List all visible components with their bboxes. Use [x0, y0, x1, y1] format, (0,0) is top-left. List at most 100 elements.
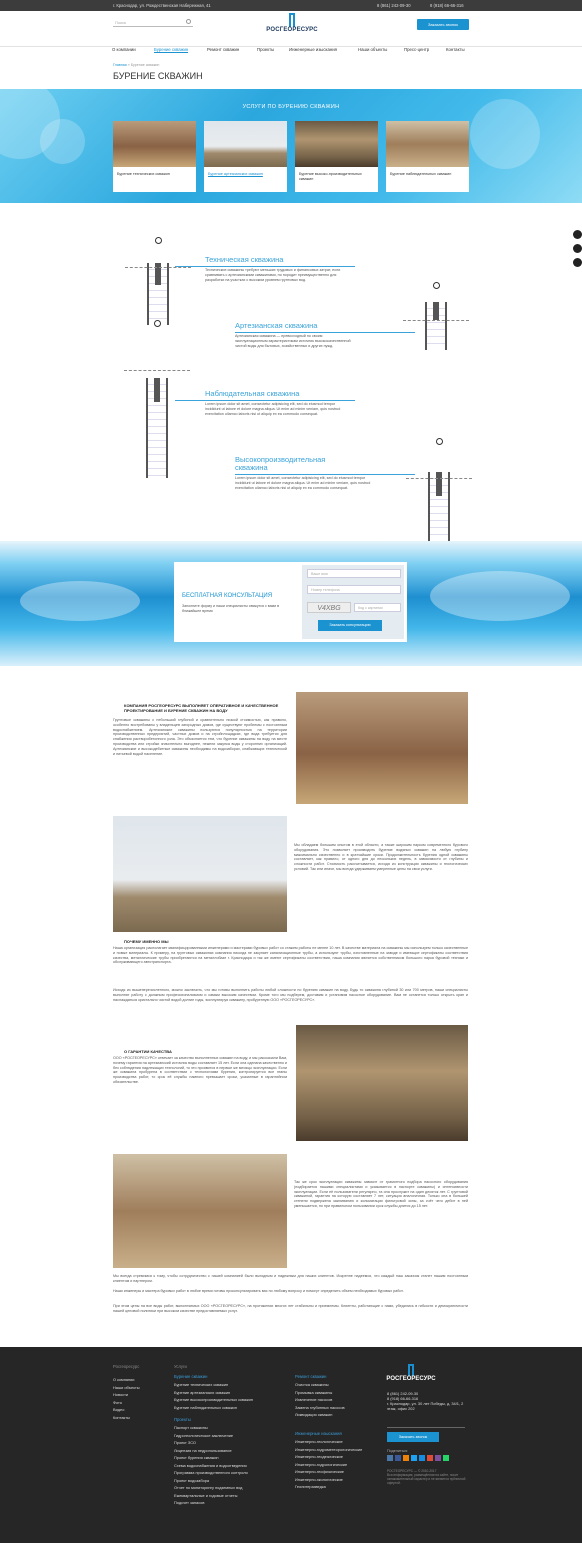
- technical-well-diagram: [125, 237, 191, 325]
- footer-link[interactable]: Подсчет запасов: [174, 1500, 248, 1508]
- gauge-icon: [433, 282, 440, 289]
- service-card-observation[interactable]: Бурение наблюдательных скважин: [386, 121, 469, 192]
- footer-link[interactable]: Новости: [113, 1392, 140, 1400]
- service-card-artesian[interactable]: Бурение артезианских скважин: [204, 121, 287, 192]
- footer-link[interactable]: Инженерно-геодезические: [295, 1454, 362, 1462]
- footer-link[interactable]: Паспорт скважины: [174, 1425, 248, 1433]
- phone-input[interactable]: Номер телефона: [307, 585, 401, 594]
- article-paragraph-6: Так же срок эксплуатации скважины зависи…: [294, 1180, 468, 1208]
- mailru-icon[interactable]: [419, 1455, 425, 1461]
- service-card-technical[interactable]: Бурение технических скважин: [113, 121, 196, 192]
- gauge-icon: [155, 237, 162, 244]
- twitter-icon[interactable]: [573, 258, 582, 267]
- breadcrumb-current: Бурение скважин: [130, 63, 160, 67]
- footer-link[interactable]: Ликвидация скважин: [295, 1412, 345, 1420]
- search-input[interactable]: Поиск: [113, 18, 193, 27]
- nav-item-drilling[interactable]: Бурение скважин: [154, 47, 189, 53]
- footer-link[interactable]: Гидрогеологическое заключение: [174, 1433, 248, 1441]
- pipe-work-photo: [296, 1025, 468, 1141]
- whatsapp-icon[interactable]: [443, 1455, 449, 1461]
- topbar-phone-1[interactable]: 8 (861) 242-09-30: [377, 3, 411, 8]
- vk-icon[interactable]: [387, 1455, 393, 1461]
- footer-link[interactable]: Инженерно-гидрометеорологические: [295, 1447, 362, 1455]
- gauge-icon: [436, 438, 443, 445]
- odnoklassniki-icon[interactable]: [403, 1455, 409, 1461]
- facebook-icon[interactable]: [395, 1455, 401, 1461]
- nav-item-press[interactable]: Пресс-центр: [404, 47, 429, 52]
- viber-icon[interactable]: [435, 1455, 441, 1461]
- logo[interactable]: РОСГЕОРЕСУРС: [259, 13, 325, 37]
- footer-company-links: О компании Наши объекты Новости Фото Вид…: [113, 1377, 140, 1422]
- breadcrumb-separator: »: [127, 63, 130, 67]
- footer-link[interactable]: Очистка скважины: [295, 1382, 345, 1390]
- schema-title-technical: Техническая скважина: [205, 255, 284, 264]
- footer-link[interactable]: Наши объекты: [113, 1385, 140, 1393]
- footer-link[interactable]: Лицензия на недропользование: [174, 1448, 248, 1456]
- search-icon[interactable]: [186, 19, 191, 24]
- footer-link[interactable]: Отчет по мониторингу подземных вод: [174, 1485, 248, 1493]
- name-input[interactable]: Ваше имя: [307, 569, 401, 578]
- footer-link[interactable]: Схема водоснабжения и водоотведения: [174, 1463, 248, 1471]
- gauge-icon: [154, 320, 161, 327]
- nav-item-surveys[interactable]: Инженерные изыскания: [289, 47, 337, 52]
- footer-link[interactable]: Геолитеразведка: [295, 1484, 362, 1492]
- article-paragraph-2: Мы обладаем большим опытом в этой област…: [294, 843, 468, 871]
- service-card-label: Бурение наблюдательных скважин: [390, 172, 452, 176]
- footer-link[interactable]: Проект водозабора: [174, 1478, 248, 1486]
- disclaimer-text: Вся информация, размещённая на сайте, но…: [387, 1473, 466, 1485]
- schema-line: [175, 400, 355, 401]
- article-paragraph-9: При этом цены на все виды работ, выполня…: [113, 1304, 468, 1313]
- nav-item-contacts[interactable]: Контакты: [446, 47, 465, 52]
- footer-link[interactable]: Инженерно-геофизические: [295, 1469, 362, 1477]
- vk-icon[interactable]: [573, 230, 582, 239]
- footer-link[interactable]: Фото: [113, 1400, 140, 1408]
- footer-link[interactable]: Программа производственного контроля: [174, 1470, 248, 1478]
- services-hero: УСЛУГИ ПО БУРЕНИЮ СКВАЖИН Бурение технич…: [0, 89, 582, 203]
- footer-request-call-button[interactable]: Заказать звонок: [387, 1432, 439, 1442]
- footer-link[interactable]: Проект бурения скважин: [174, 1455, 248, 1463]
- breadcrumb-home[interactable]: Главная: [113, 63, 127, 67]
- well-pump: [154, 378, 160, 402]
- captcha-input[interactable]: Код с картинки: [354, 603, 401, 612]
- footer-link[interactable]: Бурение высокопроизводительных скважин: [174, 1397, 253, 1405]
- footer-link[interactable]: Замена глубинных насосов: [295, 1405, 345, 1413]
- footer-link[interactable]: Инженерно-геологические: [295, 1439, 362, 1447]
- footer-logo[interactable]: РОСГЕОРЕСУРС: [383, 1364, 439, 1382]
- footer-link[interactable]: Инженерно-гидрологические: [295, 1462, 362, 1470]
- nav-item-about[interactable]: О компании: [112, 47, 136, 52]
- google-plus-icon[interactable]: [427, 1455, 433, 1461]
- footer-projects-title[interactable]: Проекты: [174, 1417, 191, 1422]
- footer-surveys-title[interactable]: Инженерные изыскания: [295, 1431, 342, 1436]
- article-paragraph-8: Наши инженеры и мастера буровых работ в …: [113, 1289, 404, 1293]
- footer-link[interactable]: Ежеквартальные и годовые отчеты: [174, 1493, 248, 1501]
- submit-consultation-button[interactable]: Заказать консультацию: [318, 620, 382, 631]
- nav-item-repair[interactable]: Ремонт скважин: [207, 47, 239, 52]
- drill-rig-icon: [289, 13, 295, 27]
- nav-item-objects[interactable]: Наши объекты: [358, 47, 387, 52]
- request-call-button[interactable]: Заказать звонок: [417, 19, 469, 30]
- schema-text-observation: Lorem ipsum dolor sit amet, consectetur …: [205, 402, 341, 416]
- footer-link[interactable]: О компании: [113, 1377, 140, 1385]
- footer-repair-title[interactable]: Ремонт скважин: [295, 1374, 326, 1379]
- twitter-icon[interactable]: [411, 1455, 417, 1461]
- nav-item-projects[interactable]: Проекты: [257, 47, 274, 52]
- footer-link[interactable]: Бурение технических скважин: [174, 1382, 253, 1390]
- service-card-high-performance[interactable]: Бурение высоко-производительных скважин: [295, 121, 378, 192]
- article-heading-1: КОМПАНИЯ РОСГЕОРЕСУРС ВЫПОЛНЯЕТ ОПЕРАТИВ…: [124, 703, 279, 713]
- footer-link[interactable]: Инженерно-экологические: [295, 1477, 362, 1485]
- article-paragraph-7: Мы всегда стремимся к тому, чтобы сотруд…: [113, 1274, 468, 1283]
- footer-link[interactable]: Проект ЗСО: [174, 1440, 248, 1448]
- footer-link[interactable]: Контакты: [113, 1415, 140, 1423]
- footer-link[interactable]: Бурение наблюдательных скважин: [174, 1405, 253, 1413]
- schema-text-artesian: Артезианская скважина — превосходный по …: [235, 334, 351, 348]
- footer-link[interactable]: Видео: [113, 1407, 140, 1415]
- footer-link[interactable]: Бурение артезианских скважин: [174, 1390, 253, 1398]
- footer-search-input[interactable]: [387, 1420, 465, 1428]
- odnoklassniki-icon[interactable]: [573, 244, 582, 253]
- footer-link[interactable]: Извлечение насосов: [295, 1397, 345, 1405]
- topbar-phone-2[interactable]: 8 (918) 66-66-316: [430, 3, 464, 8]
- footer-link[interactable]: Промывка скважины: [295, 1390, 345, 1398]
- topbar: г. Краснодар, ул. Рождественская Набереж…: [0, 0, 582, 11]
- footer-drilling-title[interactable]: Бурение скважин: [174, 1374, 207, 1379]
- schema-title-artesian: Артезианская скважина: [235, 321, 318, 330]
